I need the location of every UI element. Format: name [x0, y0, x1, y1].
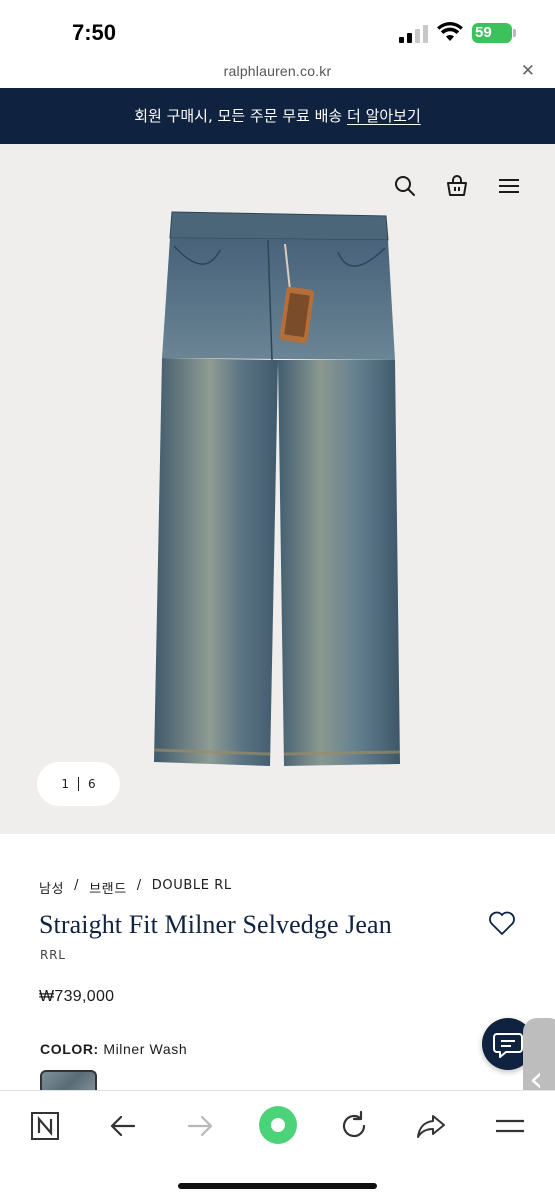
product-image-gallery[interactable]: 1 6: [0, 144, 555, 834]
pager-divider: [78, 777, 79, 791]
promo-learn-more-link[interactable]: 더 알아보기: [347, 107, 421, 125]
color-label: COLOR:: [40, 1041, 99, 1057]
breadcrumb: 남성 / 브랜드 / DOUBLE RL: [39, 878, 232, 897]
pager-total: 6: [88, 777, 96, 791]
naver-logo-icon[interactable]: [28, 1109, 62, 1143]
status-time: 7:50: [72, 20, 117, 45]
product-price: ₩739,000: [39, 988, 115, 1005]
status-bar: 7:50 59: [0, 0, 555, 58]
hamburger-menu-icon[interactable]: [497, 174, 521, 198]
promo-text: 회원 구매시, 모든 주문 무료 배송: [134, 107, 347, 125]
url-bar[interactable]: ralphlauren.co.kr ✕: [0, 58, 555, 88]
breadcrumb-level2[interactable]: 브랜드: [89, 878, 127, 897]
jeans-product-image: [153, 211, 401, 766]
battery-tip: [513, 29, 516, 37]
product-brand: RRL: [40, 948, 66, 962]
menu-icon[interactable]: [493, 1109, 527, 1143]
reload-icon[interactable]: [337, 1109, 371, 1143]
color-value: Milner Wash: [103, 1041, 188, 1057]
share-icon[interactable]: [414, 1109, 448, 1143]
back-arrow-icon[interactable]: [106, 1109, 140, 1143]
green-dot-home-icon[interactable]: [258, 1105, 298, 1145]
breadcrumb-level1[interactable]: 남성: [39, 878, 64, 897]
breadcrumb-separator: /: [74, 878, 80, 893]
pager-current: 1: [61, 777, 69, 791]
promo-banner: 회원 구매시, 모든 주문 무료 배송 더 알아보기: [0, 88, 555, 144]
breadcrumb-separator: /: [136, 878, 142, 893]
close-icon[interactable]: ✕: [521, 61, 535, 81]
search-icon[interactable]: [393, 174, 417, 198]
battery-indicator: 59: [472, 23, 512, 43]
url-domain[interactable]: ralphlauren.co.kr: [0, 63, 555, 79]
image-pager: 1 6: [37, 762, 120, 806]
shopping-bag-icon[interactable]: [445, 174, 469, 198]
home-indicator: [178, 1183, 377, 1189]
cellular-signal-icon: [399, 25, 429, 43]
color-selector-label: COLOR: Milner Wash: [40, 1041, 187, 1057]
wifi-icon: [437, 22, 463, 41]
forward-arrow-icon[interactable]: [183, 1109, 217, 1143]
breadcrumb-level3[interactable]: DOUBLE RL: [152, 878, 232, 897]
product-title: Straight Fit Milner Selvedge Jean: [39, 910, 392, 939]
heart-icon[interactable]: [488, 910, 516, 936]
